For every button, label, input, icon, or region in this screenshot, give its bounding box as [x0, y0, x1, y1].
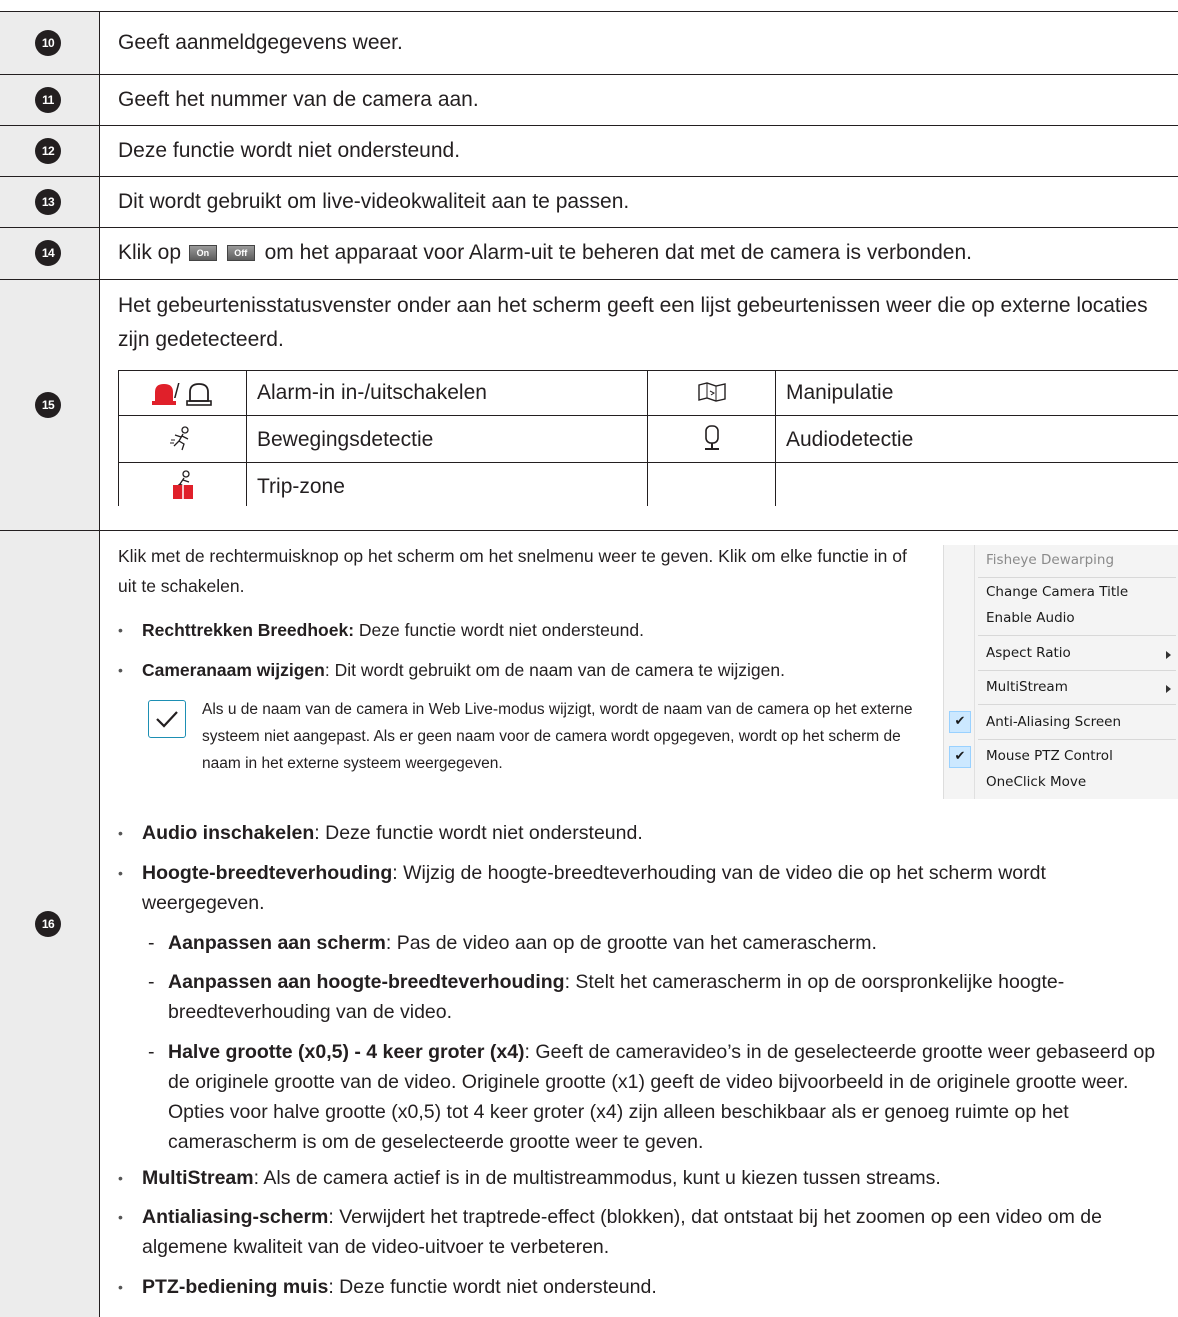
submenu-arrow-icon: [1166, 685, 1171, 693]
menu-item-anti-aliasing-screen[interactable]: Anti-Aliasing Screen: [986, 714, 1121, 730]
table-rule: [0, 227, 1178, 228]
row-number-badge: 11: [35, 87, 61, 113]
row-description: Geeft aanmeldgegevens weer.: [118, 31, 403, 54]
table-rule: [0, 176, 1178, 177]
row-number-badge: 12: [35, 138, 61, 164]
event-label: Alarm-in in-/uitschakelen: [257, 381, 487, 404]
row-description: Klik op On Off om het apparaat voor Alar…: [118, 240, 972, 266]
event-label: Audiodetectie: [786, 428, 914, 451]
row-description: Geeft het nummer van de camera aan.: [118, 88, 479, 111]
menu-item-fisheye-dewarping[interactable]: Fisheye Dewarping: [986, 552, 1114, 568]
event-label: Manipulatie: [786, 381, 894, 404]
menu-separator: [978, 739, 1176, 740]
menu-item-oneclick-move[interactable]: OneClick Move: [986, 774, 1086, 790]
row-text-prefix: Klik op: [118, 241, 182, 264]
row-text-suffix: om het apparaat voor Alarm-uit te behere…: [264, 241, 972, 264]
submenu-arrow-icon: [1166, 651, 1171, 659]
trip-zone-icon: [170, 470, 196, 500]
menu-item-enable-audio[interactable]: Enable Audio: [986, 610, 1075, 626]
event-icon-table: / Alarm-in in-/uitschakelen Manipulatie …: [118, 370, 1178, 506]
row-number-badge: 16: [35, 911, 61, 937]
menu-separator: [978, 670, 1176, 671]
off-button-icon: Off: [226, 245, 255, 262]
table-rule: [0, 279, 1178, 280]
event-label: Trip-zone: [257, 475, 345, 498]
context-menu: Fisheye Dewarping Change Camera Title En…: [943, 545, 1178, 799]
row-number-badge: 14: [35, 240, 61, 266]
event-label: Bewegingsdetectie: [257, 428, 434, 451]
row-description: Deze functie wordt niet ondersteund.: [118, 139, 461, 162]
menu-item-mouse-ptz-control[interactable]: Mouse PTZ Control: [986, 748, 1113, 764]
row-number-badge: 13: [35, 189, 61, 215]
quick-menu-intro: Klik met de rechtermuisknop op het scher…: [118, 546, 907, 596]
menu-separator: [978, 635, 1176, 636]
tampering-icon: [698, 382, 726, 402]
row-number-badge: 15: [35, 392, 61, 418]
menu-separator: [978, 577, 1176, 578]
alarm-slash: /: [174, 381, 180, 403]
table-rule: [0, 74, 1178, 75]
menu-separator: [978, 704, 1176, 705]
audio-detection-icon: [702, 425, 722, 453]
check-icon: ✔: [949, 746, 971, 768]
row-description: Dit wordt gebruikt om live-videokwalitei…: [118, 190, 630, 213]
alarm-in-icon: [152, 382, 212, 406]
table-rule: [0, 125, 1178, 126]
on-button-icon: On: [188, 245, 217, 262]
menu-item-aspect-ratio[interactable]: Aspect Ratio: [986, 645, 1071, 661]
column-divider: [99, 11, 100, 1317]
check-icon: ✔: [949, 711, 971, 733]
manual-page: 10 Geeft aanmeldgegevens weer. 11 Geeft …: [0, 0, 1178, 1317]
event-status-intro: Het gebeurtenisstatusvenster onder aan h…: [118, 294, 1148, 351]
motion-detection-icon: [170, 426, 194, 452]
table-rule: [0, 11, 1178, 12]
checkmark-icon: [148, 700, 186, 738]
table-rule: [0, 530, 1178, 531]
menu-item-change-camera-title[interactable]: Change Camera Title: [986, 584, 1128, 600]
note-text: Als u de naam van de camera in Web Live-…: [202, 701, 913, 772]
row-number-badge: 10: [35, 30, 61, 56]
menu-item-multistream[interactable]: MultiStream: [986, 679, 1068, 695]
